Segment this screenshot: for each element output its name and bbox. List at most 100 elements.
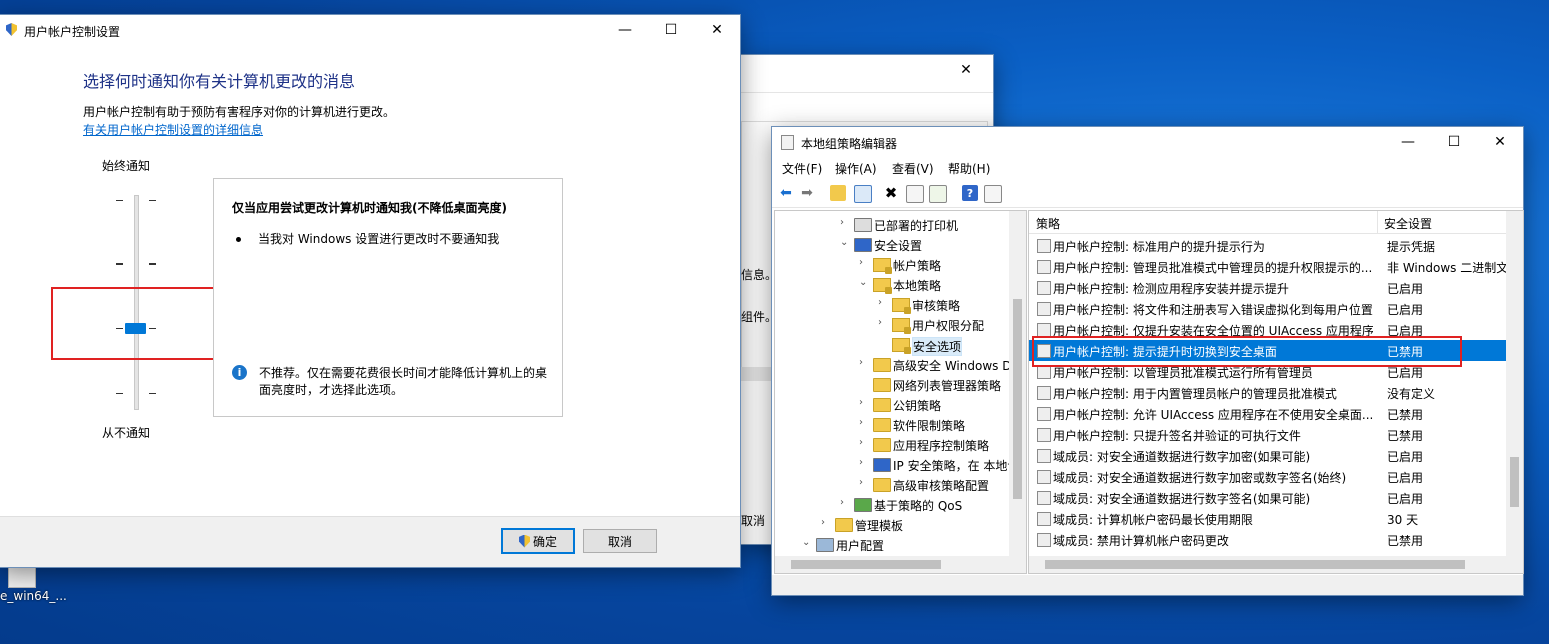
slider-bottom-label: 从不通知 <box>102 426 151 440</box>
chevron-right-icon[interactable]: › <box>878 317 888 328</box>
scroll-thumb[interactable] <box>791 560 941 569</box>
close-icon[interactable]: ✕ <box>694 15 740 45</box>
policy-row[interactable]: 域成员: 计算机帐户密码最长使用期限 30 天 <box>1029 508 1507 529</box>
delete-icon[interactable]: ✖ <box>883 184 899 202</box>
policy-row[interactable]: 用户帐户控制: 只提升签名并验证的可执行文件 已禁用 <box>1029 424 1507 445</box>
uac-titlebar[interactable]: 用户帐户控制设置 — ☐ ✕ <box>0 15 740 45</box>
uac-window-title: 用户帐户控制设置 <box>24 25 121 39</box>
bg-cancel-button[interactable]: 取消 <box>741 512 765 529</box>
chevron-right-icon[interactable]: › <box>859 477 869 488</box>
tree-item-label: 网络列表管理器策略 <box>893 379 1002 393</box>
policy-setting: 已启用 <box>1387 450 1424 464</box>
minimize-icon[interactable]: — <box>602 15 648 45</box>
chevron-right-icon[interactable]: › <box>859 437 869 448</box>
chevron-right-icon[interactable]: › <box>859 397 869 408</box>
maximize-icon[interactable]: ☐ <box>1431 127 1477 157</box>
policy-row[interactable]: 用户帐户控制: 用于内置管理员帐户的管理员批准模式 没有定义 <box>1029 382 1507 403</box>
policy-row[interactable]: 用户帐户控制: 标准用户的提升提示行为 提示凭据 <box>1029 235 1507 256</box>
chevron-right-icon[interactable]: › <box>859 457 869 468</box>
secure-folder-icon <box>892 318 911 334</box>
uac-shield-icon <box>6 23 17 36</box>
gpedit-window: 本地组策略编辑器 — ☐ ✕ 文件(F) 操作(A) 查看(V) 帮助(H) ⬅… <box>772 127 1524 595</box>
policy-row[interactable]: 用户帐户控制: 允许 UIAccess 应用程序在不使用安全桌面... 已禁用 <box>1029 403 1507 424</box>
menu-help[interactable]: 帮助(H) <box>948 160 990 177</box>
list-hscrollbar[interactable] <box>1029 556 1523 573</box>
policy-row[interactable]: 用户帐户控制: 将文件和注册表写入错误虚拟化到每用户位置 已启用 <box>1029 298 1507 319</box>
uac-settings-window: 用户帐户控制设置 — ☐ ✕ 选择何时通知你有关计算机更改的消息 用户帐户控制有… <box>0 15 740 567</box>
chevron-down-icon[interactable]: ⌄ <box>859 277 869 288</box>
tree-vscrollbar[interactable] <box>1009 211 1026 556</box>
policy-name: 用户帐户控制: 只提升签名并验证的可执行文件 <box>1053 429 1301 443</box>
shield-icon <box>854 238 872 252</box>
forward-arrow-icon[interactable]: ➡ <box>799 185 815 201</box>
chevron-down-icon[interactable]: ⌄ <box>840 237 850 248</box>
tree-item-label: 软件限制策略 <box>893 419 966 433</box>
ok-button[interactable]: 确定 <box>501 528 575 554</box>
up-folder-icon[interactable] <box>830 185 846 201</box>
panel-bullet: 当我对 Windows 设置进行更改时不要通知我 <box>258 232 500 246</box>
slider-tick <box>149 200 156 201</box>
policy-setting: 已禁用 <box>1387 408 1424 422</box>
policy-row[interactable]: 用户帐户控制: 管理员批准模式中管理员的提升权限提示的... 非 Windows … <box>1029 256 1507 277</box>
sort-caret-icon: ^ <box>1199 210 1208 217</box>
policy-icon <box>1037 449 1051 463</box>
gpedit-titlebar[interactable]: 本地组策略编辑器 — ☐ ✕ <box>772 127 1523 157</box>
help-icon[interactable]: ? <box>962 185 978 201</box>
folder-icon <box>835 518 853 532</box>
chevron-right-icon[interactable]: › <box>840 217 850 228</box>
menu-action[interactable]: 操作(A) <box>835 160 877 177</box>
folder-icon <box>873 478 891 492</box>
policy-name: 用户帐户控制: 检测应用程序安装并提示提升 <box>1053 282 1289 296</box>
close-icon[interactable]: ✕ <box>943 55 989 85</box>
chevron-right-icon[interactable]: › <box>878 297 888 308</box>
minimize-icon[interactable]: — <box>1385 127 1431 157</box>
policy-setting: 已启用 <box>1387 492 1424 506</box>
chart-icon <box>854 498 872 512</box>
cancel-button[interactable]: 取消 <box>583 529 657 553</box>
policy-setting: 非 Windows 二进制文 <box>1387 261 1507 275</box>
view-icon[interactable] <box>984 185 1002 203</box>
policy-name: 域成员: 禁用计算机帐户密码更改 <box>1053 534 1229 548</box>
chevron-right-icon[interactable]: › <box>821 517 831 528</box>
export-icon[interactable] <box>929 185 947 203</box>
policy-icon <box>1037 260 1051 274</box>
policy-row[interactable]: 用户帐户控制: 检测应用程序安装并提示提升 已启用 <box>1029 277 1507 298</box>
policy-setting: 已禁用 <box>1387 429 1424 443</box>
policy-icon <box>1037 239 1051 253</box>
policy-row[interactable]: 域成员: 禁用计算机帐户密码更改 已禁用 <box>1029 529 1507 550</box>
shield-icon <box>873 458 891 472</box>
policy-name: 用户帐户控制: 允许 UIAccess 应用程序在不使用安全桌面... <box>1053 408 1373 422</box>
chevron-right-icon[interactable]: › <box>859 417 869 428</box>
chevron-right-icon[interactable]: › <box>840 497 850 508</box>
shield-icon <box>518 534 530 548</box>
tree-item-label: 公钥策略 <box>893 399 942 413</box>
policy-row[interactable]: 域成员: 对安全通道数据进行数字签名(如果可能) 已启用 <box>1029 487 1507 508</box>
policy-row[interactable]: 域成员: 对安全通道数据进行数字加密或数字签名(始终) 已启用 <box>1029 466 1507 487</box>
scroll-thumb[interactable] <box>1510 457 1519 507</box>
column-setting[interactable]: 安全设置 <box>1384 215 1432 232</box>
properties-icon[interactable] <box>906 185 924 203</box>
policy-name: 域成员: 对安全通道数据进行数字签名(如果可能) <box>1053 492 1311 506</box>
toolbar: ⬅ ➡ ✖ ? <box>772 179 1523 208</box>
column-policy[interactable]: 策略 <box>1036 215 1060 232</box>
tree-item-label: 安全设置 <box>874 239 923 253</box>
chevron-right-icon[interactable]: › <box>859 257 869 268</box>
show-tree-icon[interactable] <box>854 185 872 203</box>
policy-row[interactable]: 域成员: 对安全通道数据进行数字加密(如果可能) 已启用 <box>1029 445 1507 466</box>
uac-help-link[interactable]: 有关用户帐户控制设置的详细信息 <box>83 121 263 138</box>
secure-folder-icon <box>892 338 911 354</box>
menu-file[interactable]: 文件(F) <box>782 160 822 177</box>
scroll-thumb[interactable] <box>1013 299 1022 499</box>
close-icon[interactable]: ✕ <box>1477 127 1523 157</box>
tree-pane: › 已部署的打印机 ⌄ 安全设置 › 帐户策略 ⌄ 本地策略 › 审核策略 › 用户权限分配 安全选项 ›… <box>774 210 1027 574</box>
chevron-right-icon[interactable]: › <box>859 357 869 368</box>
desktop-icon-label[interactable]: e_win64_... <box>0 589 67 603</box>
chevron-down-icon[interactable]: ⌄ <box>802 537 812 548</box>
menu-view[interactable]: 查看(V) <box>892 160 934 177</box>
list-vscrollbar[interactable] <box>1506 211 1523 556</box>
tree-hscrollbar[interactable] <box>775 556 1026 573</box>
scroll-thumb[interactable] <box>1045 560 1465 569</box>
back-arrow-icon[interactable]: ⬅ <box>778 185 794 201</box>
gpedit-title: 本地组策略编辑器 <box>801 137 898 151</box>
maximize-icon[interactable]: ☐ <box>648 15 694 45</box>
